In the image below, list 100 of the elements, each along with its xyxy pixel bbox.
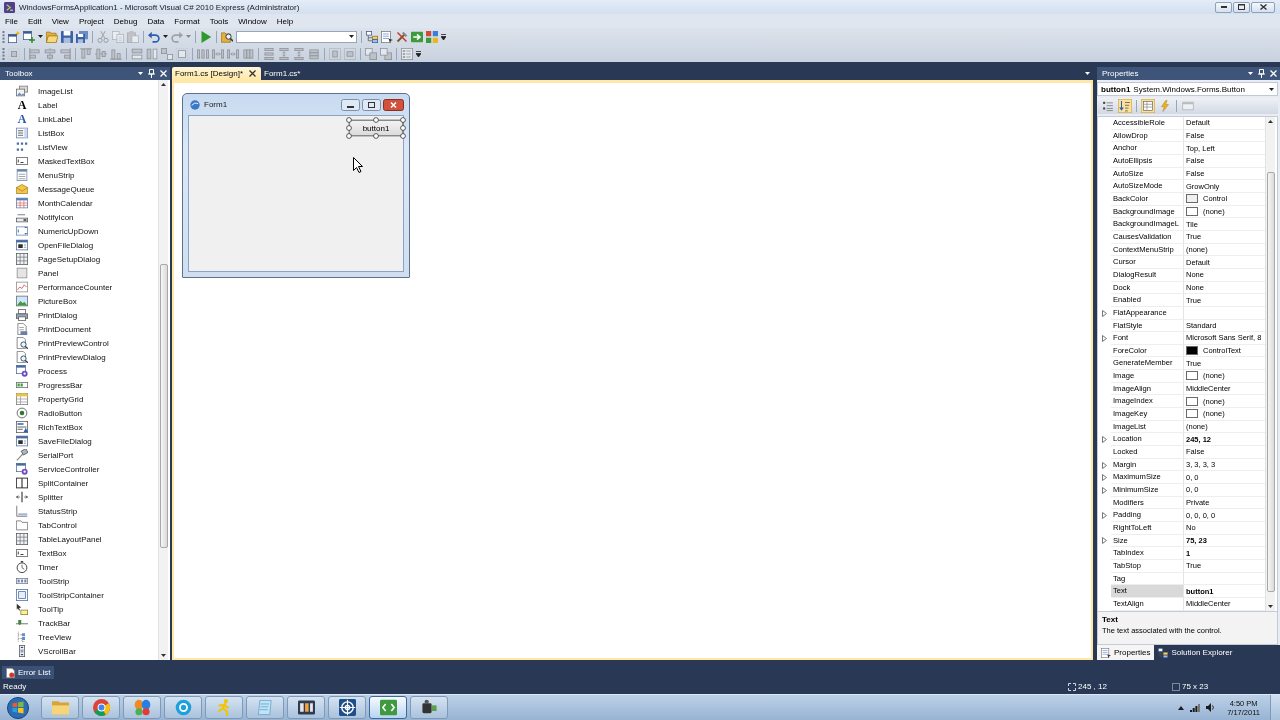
scroll-up-icon[interactable] (1268, 120, 1273, 123)
menu-item[interactable]: Project (73, 16, 109, 26)
overflow-caret-icon[interactable] (441, 33, 446, 40)
toolbox-item[interactable]: ProgressBar (0, 378, 158, 392)
document-tab[interactable]: Form1.cs [Design]* (172, 67, 262, 80)
toolbox-item[interactable]: TableLayoutPanel (0, 532, 158, 546)
object-browser-icon[interactable] (411, 30, 423, 43)
toolbox-item[interactable]: SaveFileDialog (0, 434, 158, 448)
taskbar-button[interactable] (328, 696, 366, 719)
expand-triangle-icon[interactable] (1102, 309, 1107, 317)
grip-icon[interactable] (2, 30, 5, 43)
toolbox-item[interactable]: Panel (0, 266, 158, 280)
scrollbar[interactable] (158, 80, 168, 660)
pin-icon[interactable] (1258, 69, 1265, 78)
grip-icon[interactable] (2, 47, 5, 60)
toolbox-item[interactable]: ServiceController (0, 462, 158, 476)
toolbox-item[interactable]: PrintDialog (0, 308, 158, 322)
menu-item[interactable]: Window (233, 16, 272, 26)
pin-icon[interactable] (148, 69, 155, 78)
toolbox-item[interactable]: ToolStrip (0, 574, 158, 588)
panel-tab[interactable]: Solution Explorer (1154, 645, 1237, 660)
panel-tab[interactable]: Properties (1097, 645, 1155, 660)
toolbox-item[interactable]: MaskedTextBox (0, 154, 158, 168)
toolbox-item[interactable]: PropertyGrid (0, 392, 158, 406)
dropdown-caret-icon[interactable] (138, 72, 143, 75)
scrollbar[interactable] (1265, 117, 1275, 611)
up-caret-icon[interactable] (1178, 705, 1185, 710)
scroll-up-icon[interactable] (161, 83, 166, 86)
toolbox-item[interactable]: TreeView (0, 630, 158, 644)
toolbox-item[interactable]: ImageList (0, 84, 158, 98)
menu-item[interactable]: Debug (108, 16, 143, 26)
toolbox-item[interactable]: Splitter (0, 490, 158, 504)
dropdown-caret-icon[interactable] (163, 35, 168, 38)
overflow-caret-icon[interactable] (416, 50, 421, 57)
toolbox-item[interactable]: A Label (0, 98, 158, 112)
dropdown-caret-icon[interactable] (38, 35, 43, 38)
toolbox-item[interactable]: PictureBox (0, 294, 158, 308)
taskbar-button[interactable] (369, 696, 407, 719)
toolbox-item[interactable]: ListView (0, 140, 158, 154)
toolbox-item[interactable]: TabControl (0, 518, 158, 532)
signal-bars-icon[interactable] (1190, 703, 1201, 712)
menu-item[interactable]: View (46, 16, 74, 26)
undo-icon[interactable] (148, 30, 160, 43)
error-list-tab[interactable]: Error List (2, 666, 55, 679)
expand-triangle-icon[interactable] (1102, 474, 1107, 482)
toolbox-item[interactable]: PerformanceCounter (0, 280, 158, 294)
toolbox-item[interactable]: SerialPort (0, 448, 158, 462)
scroll-down-icon[interactable] (161, 654, 166, 657)
toolbox-item[interactable]: SplitContainer (0, 476, 158, 490)
window-sparkle-icon[interactable] (8, 30, 20, 43)
speaker-icon[interactable] (1206, 703, 1216, 712)
close-button[interactable] (1251, 1, 1275, 13)
toolbox-item[interactable]: MessageQueue (0, 182, 158, 196)
toolbox-item[interactable]: A LinkLabel (0, 112, 158, 126)
dropdown-field[interactable] (236, 30, 357, 43)
menu-item[interactable]: Format (169, 16, 205, 26)
toolbox-item[interactable]: Timer (0, 560, 158, 574)
taskbar-button[interactable] (287, 696, 325, 719)
menu-item[interactable]: Edit (22, 16, 47, 26)
toolbox-item[interactable]: TrackBar (0, 616, 158, 630)
menu-item[interactable]: Data (142, 16, 170, 26)
toolbox-item[interactable]: MenuStrip (0, 168, 158, 182)
toolbox-item[interactable]: PrintPreviewControl (0, 336, 158, 350)
toolbox-item[interactable]: StatusStrip (0, 504, 158, 518)
toolbox-item[interactable]: MonthCalendar (0, 196, 158, 210)
save-all-icon[interactable] (76, 30, 88, 43)
solution-tree-icon[interactable] (366, 30, 378, 43)
dropdown-caret-icon[interactable] (1085, 72, 1090, 75)
expand-triangle-icon[interactable] (1102, 436, 1107, 444)
scrollbar-thumb[interactable] (159, 264, 168, 548)
expand-triangle-icon[interactable] (1102, 537, 1107, 545)
property-list-icon[interactable] (1141, 99, 1155, 113)
scrollbar-thumb[interactable] (1266, 172, 1275, 592)
expand-triangle-icon[interactable] (1102, 461, 1107, 469)
close-icon[interactable] (249, 70, 257, 77)
toolbox-item[interactable]: RichTextBox (0, 420, 158, 434)
taskbar-button[interactable] (410, 696, 448, 719)
toolbox-item[interactable]: ToolStripContainer (0, 588, 158, 602)
menu-item[interactable]: Tools (204, 16, 234, 26)
toolbox-item[interactable]: VScrollBar (0, 644, 158, 658)
expand-triangle-icon[interactable] (1102, 335, 1107, 342)
sort-icon[interactable] (1118, 99, 1132, 113)
toolbox-item[interactable]: PrintDocument (0, 322, 158, 336)
tools-icon[interactable] (396, 30, 408, 43)
dropdown-caret-icon[interactable] (349, 35, 354, 38)
maximize-button[interactable] (1233, 1, 1250, 13)
play-icon[interactable] (200, 30, 212, 43)
lightning-icon[interactable] (1158, 99, 1172, 113)
categorized-icon[interactable] (1101, 99, 1115, 113)
scroll-down-icon[interactable] (1268, 605, 1273, 608)
minimize-button[interactable] (1215, 1, 1232, 13)
toolbox-item[interactable]: ListBox (0, 126, 158, 140)
window-plus-icon[interactable] (23, 30, 35, 43)
expand-triangle-icon[interactable] (1102, 486, 1107, 494)
document-tab[interactable]: Form1.cs* (261, 67, 306, 80)
toolbox-item[interactable]: ToolTip (0, 602, 158, 616)
show-desktop-button[interactable] (1270, 695, 1280, 720)
object-selector[interactable]: button1 System.Windows.Forms.Button (1097, 82, 1278, 96)
menu-item[interactable]: Help (271, 16, 299, 26)
toolbox-item[interactable]: NotifyIcon (0, 210, 158, 224)
